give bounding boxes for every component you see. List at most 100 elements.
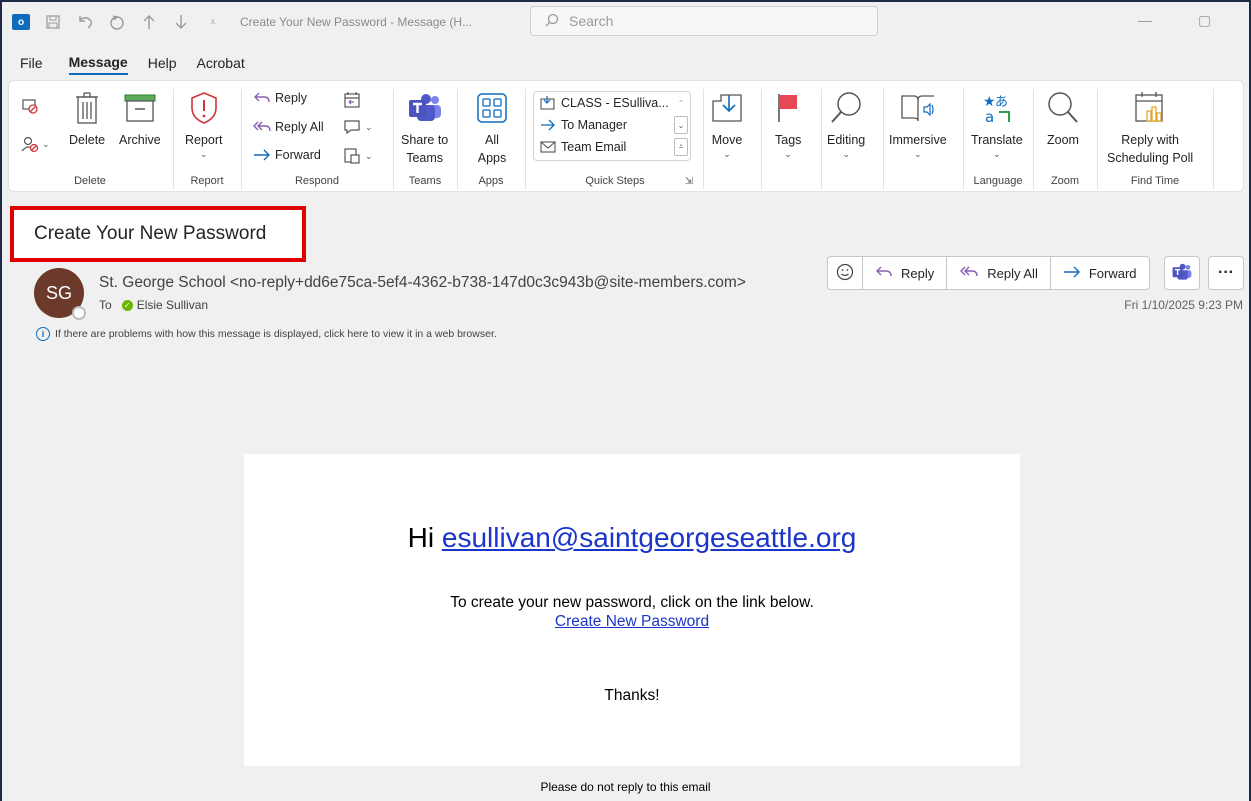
ignore-icon[interactable] (21, 97, 39, 115)
trash-icon (75, 89, 99, 127)
move-icon (711, 89, 743, 127)
search-placeholder: Search (569, 13, 614, 29)
ribbon-reply-button[interactable]: Reply (251, 91, 307, 105)
im-reply-icon[interactable]: ⌄ (343, 119, 373, 135)
info-text: If there are problems with how this mess… (55, 328, 497, 340)
ribbon-separator (1097, 89, 1098, 189)
presence-status-icon (72, 306, 86, 320)
available-status-icon: ✓ (121, 299, 133, 311)
archive-button[interactable]: Archive (119, 89, 161, 149)
ribbon-group-report: Report ⌄ Report (175, 81, 239, 193)
chevron-down-icon: ⌄ (723, 149, 731, 159)
ribbon-forward-button[interactable]: Forward (251, 148, 321, 162)
group-label-quick-steps: Quick Steps (585, 175, 645, 187)
window-title: Create Your New Password - Message (H... (240, 15, 473, 29)
customize-toolbar-icon[interactable]: ⩡ (202, 11, 224, 33)
menu-help[interactable]: Help (148, 55, 177, 74)
dialog-launcher-icon[interactable]: ⇲ (685, 176, 693, 187)
ribbon-group-delete: ⌄ Delete Archive Delete (9, 81, 171, 193)
forward-button[interactable]: Forward (1049, 256, 1150, 290)
ribbon-group-zoom: Zoom Zoom (1035, 81, 1095, 193)
translate-button[interactable]: ★ あ a Translate ⌄ (971, 89, 1023, 159)
search-box[interactable]: Search (530, 6, 878, 36)
search-icon (545, 13, 559, 30)
reply-with-scheduling-poll-button[interactable]: Reply with Scheduling Poll (1107, 89, 1193, 167)
ribbon-separator (703, 89, 704, 189)
immersive-label: Immersive (889, 133, 947, 147)
more-actions-button[interactable]: ··· (1208, 256, 1244, 290)
next-item-icon[interactable] (170, 11, 192, 33)
recipient-line: To ✓ Elsie Sullivan (99, 298, 208, 312)
reply-button[interactable]: Reply (862, 256, 948, 290)
sender-name[interactable]: St. George School <no-reply+dd6e75ca-5ef… (99, 274, 746, 292)
group-label-find-time: Find Time (1130, 175, 1180, 187)
delete-button[interactable]: Delete (69, 89, 105, 149)
undo-icon[interactable] (74, 11, 96, 33)
ribbon-separator (173, 89, 174, 189)
scheduling-poll-icon (1134, 89, 1166, 127)
meeting-reply-icon[interactable] (343, 91, 361, 109)
reply-icon (251, 91, 273, 105)
editing-button[interactable]: Editing ⌄ (827, 89, 865, 159)
group-label-teams: Teams (408, 175, 442, 187)
group-label-apps: Apps (478, 175, 504, 187)
group-label-report: Report (190, 175, 224, 187)
teams-chat-button[interactable] (1164, 256, 1200, 290)
flag-icon (775, 89, 801, 127)
smiley-icon (836, 263, 854, 284)
ribbon-group-language: ★ あ a Translate ⌄ Language (965, 81, 1031, 193)
minimize-icon[interactable]: — (1138, 12, 1152, 28)
subject-text: Create Your New Password (34, 223, 267, 244)
message-body: Hi esullivan@saintgeorgeseattle.org To c… (2, 348, 1249, 801)
block-sender-icon[interactable]: ⌄ (21, 135, 50, 153)
redo-icon[interactable] (106, 11, 128, 33)
find-icon (830, 89, 862, 127)
thanks-text: Thanks! (604, 687, 660, 704)
create-new-password-link[interactable]: Create New Password (555, 613, 709, 630)
svg-text:a: a (985, 108, 994, 124)
group-label-language: Language (973, 175, 1023, 187)
reply-all-button[interactable]: Reply All (946, 256, 1051, 290)
archive-label: Archive (119, 133, 161, 147)
view-in-browser-notice[interactable]: i If there are problems with how this me… (36, 327, 497, 341)
move-button[interactable]: Move ⌄ (711, 89, 743, 159)
menu-bar: File Message Help Acrobat (2, 52, 247, 76)
ribbon-separator (393, 89, 394, 189)
tags-button[interactable]: Tags ⌄ (775, 89, 801, 159)
ribbon-forward-label: Forward (275, 148, 321, 162)
ribbon-group-apps: All Apps Apps (459, 81, 523, 193)
menu-file[interactable]: File (20, 55, 43, 74)
zoom-label: Zoom (1047, 133, 1079, 147)
all-apps-button[interactable]: All Apps (477, 89, 507, 167)
message-actions: Reply Reply All Forward (827, 256, 1150, 290)
recipient-name[interactable]: Elsie Sullivan (137, 298, 208, 312)
immersive-reader-button[interactable]: Immersive ⌄ (889, 89, 947, 159)
share-to-teams-button[interactable]: Share to Teams (401, 89, 448, 167)
group-label-delete: Delete (74, 175, 106, 187)
zoom-icon (1047, 89, 1079, 127)
ribbon-group-teams: Share to Teams Teams (395, 81, 455, 193)
menu-acrobat[interactable]: Acrobat (197, 55, 245, 74)
menu-message[interactable]: Message (68, 54, 128, 75)
ribbon-reply-label: Reply (275, 91, 307, 105)
ribbon-separator (457, 89, 458, 189)
scheduling-poll-label: Scheduling Poll (1107, 151, 1194, 165)
instruction-text: To create your new password, click on th… (450, 594, 814, 611)
emoji-reaction-button[interactable] (827, 256, 863, 290)
more-respond-icon[interactable]: ⌄ (343, 147, 373, 165)
apps-label: Apps (477, 151, 507, 165)
ribbon-separator (761, 89, 762, 189)
previous-item-icon[interactable] (138, 11, 160, 33)
report-button[interactable]: Report ⌄ (185, 89, 223, 159)
recipient-email-link[interactable]: esullivan@saintgeorgeseattle.org (442, 522, 856, 553)
svg-text:あ: あ (995, 95, 1008, 110)
ribbon-reply-all-button[interactable]: Reply All (251, 120, 324, 134)
message-datetime: Fri 1/10/2025 9:23 PM (1124, 298, 1243, 312)
zoom-button[interactable]: Zoom (1047, 89, 1079, 149)
greeting: Hi esullivan@saintgeorgeseattle.org (244, 522, 1020, 554)
ribbon-separator (883, 89, 884, 189)
group-label-respond: Respond (294, 175, 340, 187)
teams-icon (408, 89, 442, 127)
save-icon[interactable] (42, 11, 64, 33)
maximize-icon[interactable]: ▢ (1198, 12, 1211, 29)
